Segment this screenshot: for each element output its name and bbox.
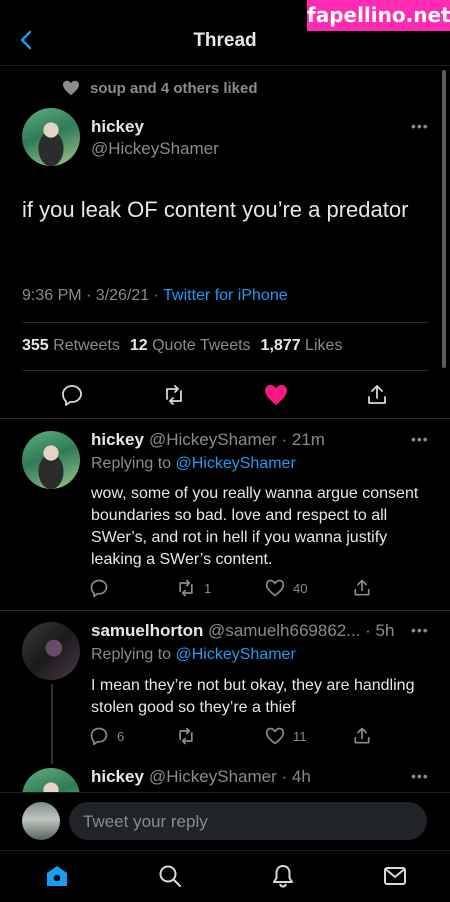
messages-mail-icon[interactable]	[382, 863, 408, 889]
author-handle[interactable]: @HickeyShamer	[91, 139, 219, 159]
replying-to: Replying to @HickeyShamer	[91, 455, 296, 473]
like-action[interactable]: 11	[265, 726, 307, 746]
more-options-icon[interactable]: •••	[411, 622, 429, 638]
avatar[interactable]	[22, 431, 80, 489]
reply-composer: Tweet your reply	[0, 792, 450, 850]
divider	[0, 418, 450, 419]
heart-outline-icon	[265, 727, 285, 745]
share-icon[interactable]	[352, 578, 372, 598]
reply-icon[interactable]	[60, 383, 84, 407]
reply-author-name[interactable]: hickey	[91, 767, 144, 787]
reply-handle-time[interactable]: @HickeyShamer · 21m	[149, 430, 325, 450]
avatar[interactable]	[22, 108, 80, 166]
retweets-count: 355	[22, 337, 49, 354]
like-count: 40	[293, 580, 308, 596]
reply-text: wow, some of you really wanna argue cons…	[91, 485, 419, 568]
reply-handle-time[interactable]: @samuelh669862... · 5h	[208, 621, 394, 641]
tweet-stats: 355 Retweets 12 Quote Tweets 1,877 Likes	[22, 337, 352, 355]
tweet-meta: 9:36 PM · 3/26/21 · Twitter for iPhone	[22, 287, 288, 305]
reply-count: 6	[117, 728, 125, 744]
social-context-text: soup and 4 others liked	[90, 79, 258, 97]
divider	[22, 370, 428, 371]
reply-author-name[interactable]: hickey	[91, 430, 144, 450]
reply-icon	[90, 727, 108, 746]
reply-handle-time[interactable]: @HickeyShamer · 4h	[149, 767, 311, 787]
notifications-bell-icon[interactable]	[270, 863, 296, 889]
likes-count: 1,877	[260, 337, 301, 354]
share-icon[interactable]	[365, 383, 389, 407]
tweet-text: if you leak OF content you’re a predator	[22, 197, 409, 222]
retweet-action[interactable]: 1	[176, 578, 211, 598]
divider	[22, 322, 428, 323]
reply-text: I mean they’re not but okay, they are ha…	[91, 677, 415, 716]
like-action[interactable]: 40	[265, 578, 307, 598]
quotes-count: 12	[129, 337, 148, 354]
tweet-timestamp: 9:36 PM · 3/26/21 ·	[22, 287, 164, 304]
replying-prefix: Replying to	[91, 455, 176, 472]
like-count: 11	[293, 728, 307, 744]
heart-outline-icon	[265, 579, 285, 597]
share-icon[interactable]	[352, 726, 372, 746]
more-options-icon[interactable]: •••	[411, 768, 429, 784]
thread-connector	[51, 684, 53, 764]
retweets-stat[interactable]: 355 Retweets	[22, 337, 120, 355]
replying-to-handle[interactable]: @HickeyShamer	[176, 455, 296, 472]
retweet-icon	[179, 579, 193, 597]
tweet-source[interactable]: Twitter for iPhone	[163, 287, 288, 304]
reply-icon[interactable]	[89, 578, 109, 598]
replying-to: Replying to @HickeyShamer	[91, 646, 296, 664]
bottom-tab-bar	[0, 850, 450, 902]
page-title: Thread	[193, 30, 257, 51]
like-icon-filled[interactable]	[264, 383, 288, 407]
author-name[interactable]: hickey	[91, 117, 144, 137]
reply-action[interactable]: 6	[89, 726, 124, 746]
divider	[0, 610, 450, 611]
watermark: fapellino.net	[307, 0, 450, 31]
more-options-icon[interactable]: •••	[411, 431, 429, 447]
retweets-label: Retweets	[53, 337, 120, 354]
likes-label: Likes	[305, 337, 343, 354]
quotes-stat[interactable]: 12 Quote Tweets	[130, 337, 251, 355]
more-options-icon[interactable]: •••	[411, 118, 429, 134]
search-icon[interactable]	[157, 863, 183, 889]
heart-icon	[63, 80, 79, 96]
replying-prefix: Replying to	[91, 646, 176, 663]
social-context[interactable]: soup and 4 others liked	[62, 78, 258, 98]
avatar[interactable]	[22, 622, 80, 680]
quotes-label: Quote Tweets	[152, 337, 251, 354]
reply-input[interactable]: Tweet your reply	[69, 802, 427, 840]
retweet-icon[interactable]	[162, 383, 186, 407]
avatar[interactable]	[22, 802, 60, 840]
reply-author-name[interactable]: samuelhorton	[91, 621, 203, 641]
home-icon[interactable]	[44, 863, 70, 889]
scrollbar[interactable]	[442, 70, 446, 368]
replying-to-handle[interactable]: @HickeyShamer	[176, 646, 296, 663]
likes-stat[interactable]: 1,877 Likes	[261, 337, 343, 355]
retweet-count: 1	[204, 580, 212, 596]
retweet-icon[interactable]	[176, 726, 196, 746]
reply-input-placeholder: Tweet your reply	[83, 812, 208, 831]
